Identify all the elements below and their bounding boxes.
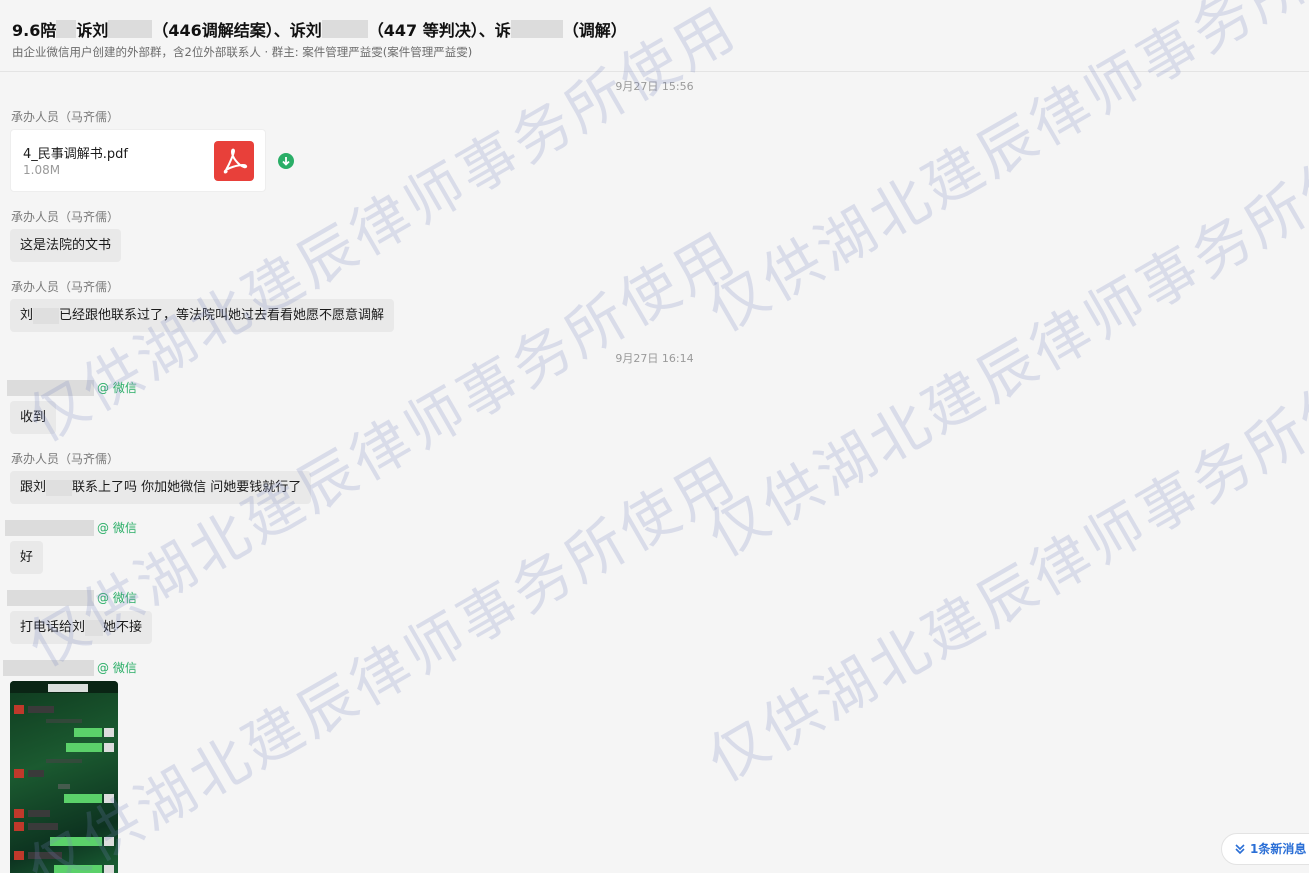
sender-name[interactable]: 承办人员（马齐儒） (11, 450, 119, 467)
download-icon[interactable] (278, 153, 294, 169)
file-size: 1.08M (23, 163, 61, 177)
sender-name[interactable]: 承办人员（马齐儒） (11, 278, 119, 295)
timestamp: 9月27日 16:14 (615, 352, 694, 365)
sender-name[interactable]: @ 微信 (7, 589, 137, 606)
sender-name[interactable]: 承办人员（马齐儒） (11, 108, 119, 125)
wechat-tag: @ 微信 (97, 661, 137, 675)
message-bubble[interactable]: 收到 (10, 401, 57, 434)
wechat-tag: @ 微信 (97, 521, 137, 535)
double-chevron-down-icon (1235, 844, 1245, 855)
redaction-mask (56, 20, 77, 38)
file-name: 4_民事调解书.pdf (23, 147, 128, 162)
screenshot-thumbnail-graphic (10, 681, 118, 873)
wechat-tag: @ 微信 (97, 591, 137, 605)
sender-name[interactable]: @ 微信 (5, 519, 137, 536)
redaction-mask (46, 479, 73, 496)
new-message-button[interactable]: 1条新消息 (1221, 833, 1309, 865)
chat-title[interactable]: 9.6陪 诉刘 （446调解结案）、诉刘 （447 等判决）、诉 （调解） (12, 18, 1297, 40)
message-bubble[interactable]: 好 (10, 541, 44, 574)
watermark-text: 仅供湖北建辰律师事务所使用 (696, 333, 1309, 796)
wechat-tag: @ 微信 (97, 381, 137, 395)
redaction-mask (85, 619, 104, 636)
redaction-mask (7, 379, 94, 396)
redaction-mask (5, 519, 94, 536)
watermark-text: 仅供湖北建辰律师事务所使用 (696, 108, 1309, 571)
message-bubble[interactable]: 刘已经跟他联系过了，等法院叫她过去看看她愿不愿意调解 (10, 299, 395, 332)
image-message[interactable] (10, 681, 118, 873)
sender-name[interactable]: @ 微信 (7, 379, 137, 396)
message-bubble[interactable]: 跟刘 联系上了吗 你加她微信 问她要钱就行了 (10, 471, 312, 504)
timestamp: 9月27日 15:56 (615, 80, 694, 93)
redaction-mask (510, 20, 563, 38)
message-bubble[interactable]: 打电话给刘 她不接 (10, 611, 153, 644)
redaction-mask (321, 20, 368, 38)
redaction-mask (3, 659, 94, 676)
pdf-icon (214, 141, 254, 181)
message-bubble[interactable]: 这是法院的文书 (10, 229, 122, 262)
chat-header: 9.6陪 诉刘 （446调解结案）、诉刘 （447 等判决）、诉 （调解） 由企… (0, 0, 1309, 72)
sender-name[interactable]: @ 微信 (3, 659, 137, 676)
redaction-mask (108, 20, 153, 38)
sender-name[interactable]: 承办人员（马齐儒） (11, 208, 119, 225)
file-message[interactable]: 4_民事调解书.pdf 1.08M (10, 129, 266, 192)
redaction-mask (7, 589, 94, 606)
chat-subtitle: 由企业微信用户创建的外部群，含2位外部联系人 · 群主: 案件管理严益雯(案件管… (12, 45, 473, 59)
redaction-mask (33, 307, 60, 324)
